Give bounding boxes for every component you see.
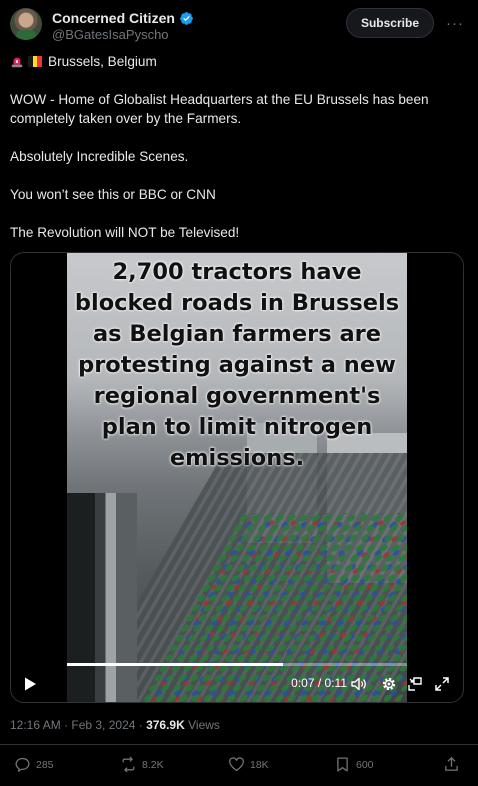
bookmark-icon (337, 757, 348, 772)
share-button[interactable] (443, 756, 460, 773)
play-icon[interactable] (22, 676, 38, 692)
like-button[interactable]: 18K (228, 756, 269, 773)
caption-line: protesting against a new (78, 352, 396, 378)
caption-line: plan to limit nitrogen (101, 414, 373, 440)
bookmark-button[interactable]: 600 (334, 756, 374, 773)
author-name-row: Concerned Citizen (52, 10, 194, 26)
views-label: Views (184, 718, 220, 732)
more-options-icon[interactable]: ··· (444, 12, 466, 34)
post-meta: 12:16 AM · Feb 3, 2024 · 376.9K Views (10, 718, 220, 732)
share-icon (445, 756, 458, 771)
pip-icon[interactable] (407, 676, 423, 692)
post-paragraph-2: Absolutely Incredible Scenes. (10, 149, 189, 164)
volume-icon[interactable] (351, 676, 367, 692)
views-count: 376.9K (146, 718, 185, 732)
reply-button[interactable]: 285 (14, 756, 54, 773)
post-timestamp[interactable]: 12:16 AM · Feb 3, 2024 · (10, 718, 146, 732)
video-frame[interactable]: 2,700 tractors have blocked roads in Bru… (67, 253, 407, 702)
caption-line: as Belgian farmers are (92, 321, 382, 347)
post-paragraph-3: You won’t see this or BBC or CNN (10, 187, 216, 202)
verified-badge-icon (180, 11, 193, 25)
post-paragraph-1: WOW - Home of Globalist Headquarters at … (10, 92, 429, 126)
bookmark-count: 600 (356, 758, 374, 771)
video-player[interactable]: 2,700 tractors have blocked roads in Bru… (10, 252, 464, 703)
heart-icon (229, 757, 244, 772)
subscribe-button[interactable]: Subscribe (345, 8, 434, 38)
video-controls: 0:07 / 0:11 (11, 666, 463, 702)
divider (0, 744, 478, 745)
caption-line: regional government's (93, 383, 381, 409)
like-count: 18K (250, 758, 269, 771)
location-text: Brussels, Belgium (48, 54, 157, 69)
video-caption: 2,700 tractors have blocked roads in Bru… (67, 257, 407, 474)
siren-emoji-icon (11, 57, 23, 67)
repost-button[interactable]: 8.2K (120, 756, 164, 773)
caption-line: emissions. (169, 445, 305, 471)
repost-count: 8.2K (142, 758, 164, 771)
post-header: Concerned Citizen @BGatesIsaPyscho Subsc… (10, 8, 468, 42)
settings-icon[interactable] (381, 676, 397, 692)
belgium-flag-icon (28, 56, 43, 67)
action-bar: 285 8.2K 18K 600 (14, 756, 460, 778)
avatar[interactable] (10, 8, 42, 40)
post-paragraph-4: The Revolution will NOT be Televised! (10, 225, 240, 240)
location-line: Brussels, Belgium (10, 52, 464, 71)
author-handle[interactable]: @BGatesIsaPyscho (52, 27, 169, 42)
caption-line: 2,700 tractors have (112, 259, 362, 285)
video-time: 0:07 / 0:11 (291, 676, 347, 690)
caption-line: blocked roads in Brussels (74, 290, 400, 316)
fullscreen-icon[interactable] (434, 676, 450, 692)
reply-icon (15, 757, 30, 773)
reply-count: 285 (36, 758, 54, 771)
repost-icon (122, 756, 135, 773)
author-name[interactable]: Concerned Citizen (52, 10, 175, 26)
post-text: Brussels, Belgium WOW - Home of Globalis… (10, 52, 464, 261)
